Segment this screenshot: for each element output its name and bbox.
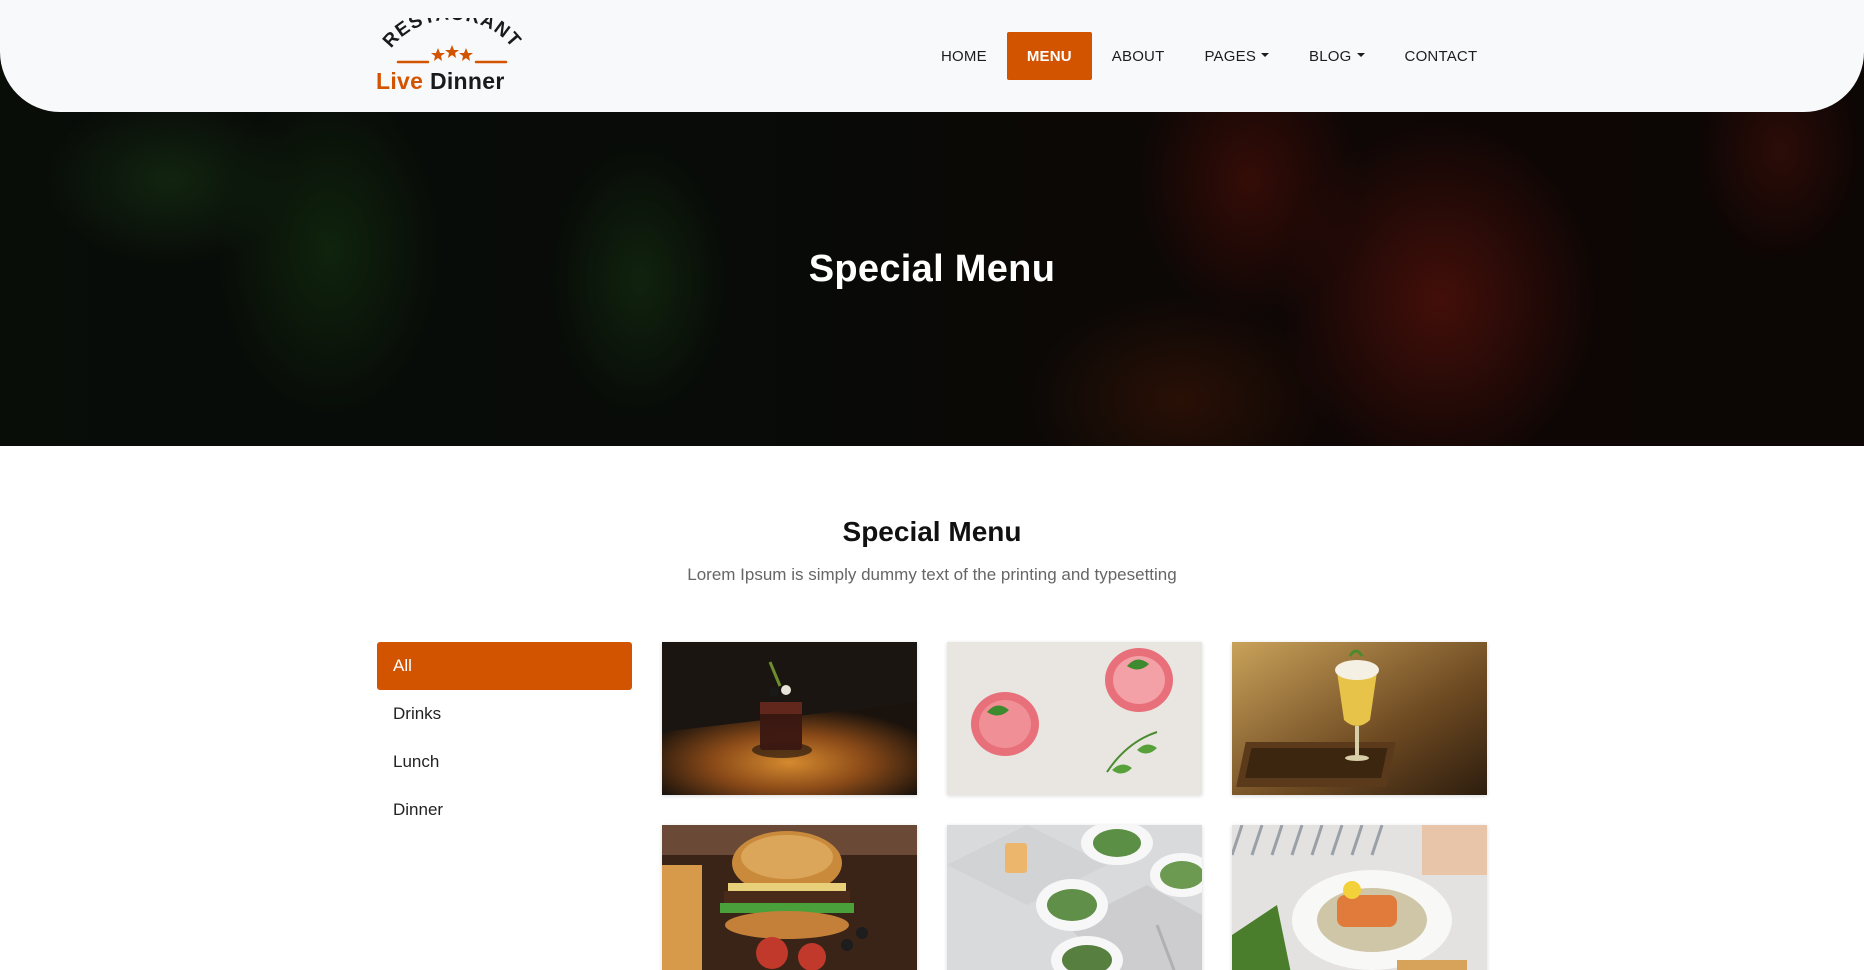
salmon-photo [1232, 825, 1487, 970]
caret-down-icon [1261, 53, 1270, 57]
section-subtitle: Lorem Ipsum is simply dummy text of the … [687, 565, 1177, 584]
beer-photo [1232, 642, 1487, 795]
nav-menu-label: MENU [1026, 47, 1072, 65]
nav-pages-label: PAGES [1204, 47, 1257, 65]
site-logo[interactable]: RESTAURANT Live Dinner [372, 18, 532, 98]
salad-photo [947, 825, 1202, 970]
burger-photo [662, 825, 917, 970]
nav-about[interactable]: ABOUT [1092, 32, 1185, 80]
gallery-item-burger[interactable] [662, 825, 917, 970]
filter-drinks[interactable]: Drinks [377, 690, 632, 738]
hero-title: Special Menu [808, 248, 1056, 290]
logo-stars-icon [431, 45, 473, 61]
nav-menu[interactable]: MENU [1006, 32, 1092, 80]
site-header: RESTAURANT Live Dinner HOME MENU ABOUT P… [0, 0, 1864, 112]
gallery-item-beer[interactable] [1232, 642, 1487, 795]
logo-arc-graphic: RESTAURANT [379, 18, 524, 64]
filter-all[interactable]: All [377, 642, 632, 690]
nav-contact[interactable]: CONTACT [1385, 32, 1498, 80]
pink-drinks-photo [947, 642, 1202, 795]
nav-blog-label: BLOG [1309, 47, 1352, 65]
gallery-item-cocktail[interactable] [662, 642, 917, 795]
nav-contact-label: CONTACT [1404, 47, 1478, 65]
nav-about-label: ABOUT [1111, 47, 1165, 65]
gallery-item-salmon[interactable] [1232, 825, 1487, 970]
caret-down-icon [1356, 53, 1365, 57]
logo-word-live: Live [376, 68, 424, 94]
nav-home[interactable]: HOME [921, 32, 1007, 80]
nav-blog-dropdown[interactable]: BLOG [1289, 32, 1384, 80]
logo-wordmark: Live Dinner [376, 68, 505, 95]
filter-lunch[interactable]: Lunch [377, 738, 632, 786]
cocktail-photo [662, 642, 917, 795]
gallery-item-salad[interactable] [947, 825, 1202, 970]
nav-pages-dropdown[interactable]: PAGES [1184, 32, 1289, 80]
main-nav: HOME MENU ABOUT PAGES BLOG CONTACT [921, 32, 1497, 80]
gallery-item-pink-drinks[interactable] [947, 642, 1202, 795]
menu-filter-list: All Drinks Lunch Dinner [377, 642, 632, 834]
section-title: Special Menu [842, 516, 1022, 547]
nav-home-label: HOME [941, 47, 987, 65]
filter-dinner[interactable]: Dinner [377, 786, 632, 834]
logo-word-dinner: Dinner [429, 68, 505, 94]
